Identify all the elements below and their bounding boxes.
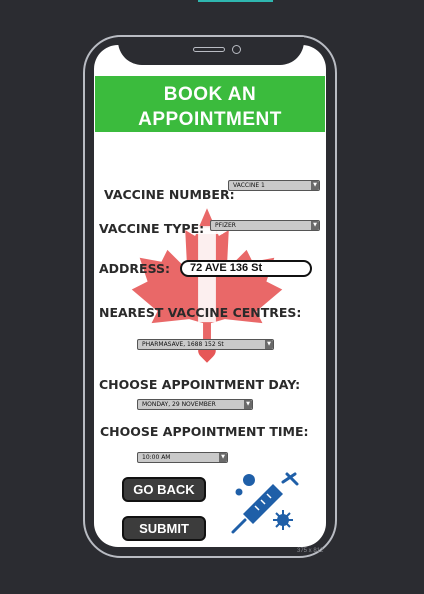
vaccine-number-label: VACCINE NUMBER: [104,187,235,202]
chevron-down-icon: ▼ [311,221,319,230]
address-label: ADDRESS: [99,261,171,276]
appointment-time-value: 10:00 AM [142,454,171,461]
vaccine-type-select[interactable]: PFIZER ▼ [210,220,320,231]
syringe-virus-icon [231,472,299,534]
chevron-down-icon: ▼ [265,340,273,349]
vaccine-type-label: VACCINE TYPE: [99,221,205,236]
submit-button[interactable]: SUBMIT [122,516,206,541]
appointment-day-value: MONDAY, 29 NOVEMBER [142,401,216,408]
nearest-centres-select[interactable]: PHARMASAVE, 1688 152 St ▼ [137,339,274,350]
header-title-line-1: BOOK AN [163,84,257,105]
header-title-line-2: APPOINTMENT [138,109,282,130]
chevron-down-icon: ▼ [311,181,319,190]
speaker-grille [193,47,225,52]
go-back-button[interactable]: GO BACK [122,477,206,502]
chevron-down-icon: ▼ [244,400,252,409]
chevron-down-icon: ▼ [219,453,227,462]
vaccine-number-select[interactable]: VACCINE 1 ▼ [228,180,320,191]
frame-size-label: 375 x 812 [297,548,324,554]
page-header: BOOK AN APPOINTMENT [95,76,325,132]
top-accent-bar [198,0,273,2]
appointment-day-label: CHOOSE APPOINTMENT DAY: [99,377,301,392]
nearest-centres-value: PHARMASAVE, 1688 152 St [142,341,224,348]
vaccine-number-value: VACCINE 1 [233,182,265,189]
address-input[interactable]: 72 AVE 136 St [180,260,312,277]
appointment-day-select[interactable]: MONDAY, 29 NOVEMBER ▼ [137,399,253,410]
vaccine-type-value: PFIZER [215,222,236,229]
appointment-time-label: CHOOSE APPOINTMENT TIME: [100,424,309,439]
front-camera [232,45,241,54]
appointment-time-select[interactable]: 10:00 AM ▼ [137,452,228,463]
nearest-centres-label: NEAREST VACCINE CENTRES: [99,305,302,320]
